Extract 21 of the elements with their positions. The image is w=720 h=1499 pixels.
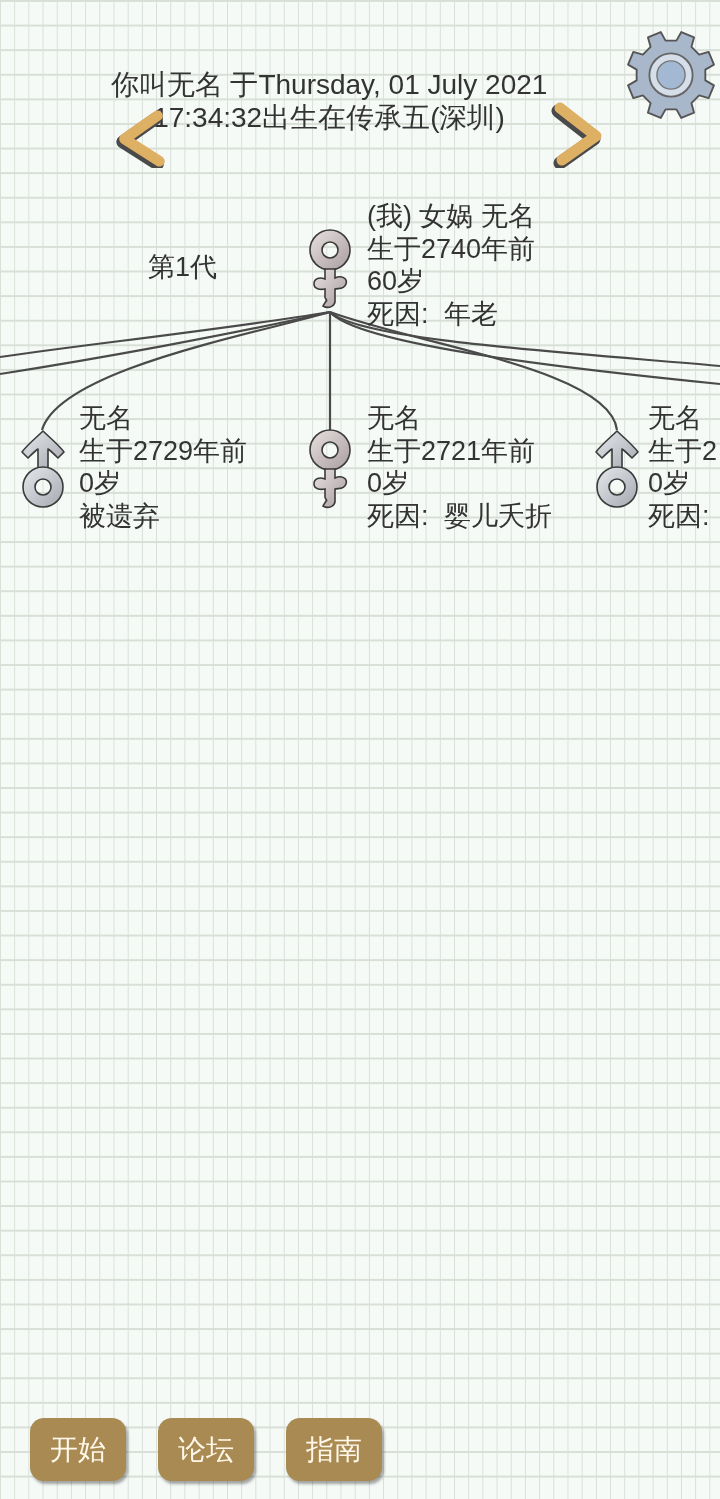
person-info-text: 生于2 <box>648 434 718 467</box>
generation-label: 第1代 <box>148 251 218 283</box>
person-info-text: 死因: 婴儿夭折 <box>367 499 552 532</box>
menu-button[interactable]: 论坛 <box>158 1418 254 1481</box>
menu-button[interactable]: 指南 <box>286 1418 382 1481</box>
person-info-text: 生于2721年前 <box>367 434 537 467</box>
person-info-text: 0岁 <box>648 467 692 500</box>
person-info-text: 死因: 年老 <box>367 297 499 330</box>
person-info-text: 生于2740年前 <box>367 232 536 265</box>
person-info-text: 无名 <box>367 402 422 435</box>
person-info-text: 死因: <box>648 499 711 532</box>
person-info-text: 0岁 <box>79 467 123 500</box>
person-info-text: 生于2729年前 <box>79 434 248 467</box>
birth-info-text: 你叫无名 于Thursday, 01 July 2021 <box>110 68 548 101</box>
person-info-text: 0岁 <box>367 467 411 500</box>
person-info-text: 无名 <box>648 402 703 435</box>
person-info-text: 60岁 <box>367 265 426 298</box>
menu-button[interactable]: 开始 <box>30 1418 126 1481</box>
person-info-text: 无名 <box>79 402 134 435</box>
person-info-text: (我) 女娲 无名 <box>367 200 536 233</box>
person-info-text: 被遗弃 <box>79 499 161 532</box>
